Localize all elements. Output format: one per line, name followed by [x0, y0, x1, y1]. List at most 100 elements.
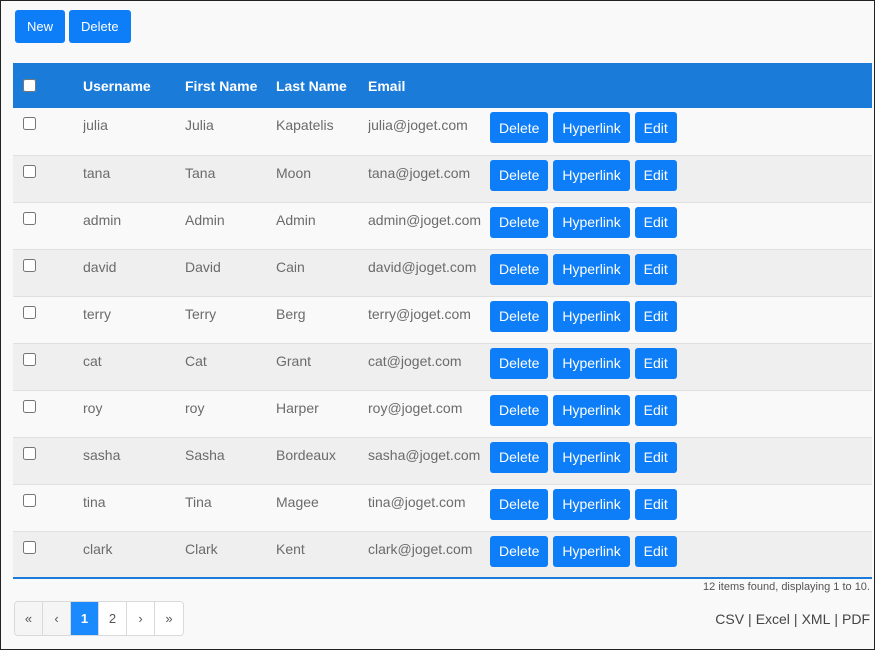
row-actions: Delete Hyperlink Edit [490, 296, 872, 343]
row-hyperlink-button[interactable]: Hyperlink [553, 535, 630, 567]
row-checkbox[interactable] [23, 399, 36, 413]
row-hyperlink-button[interactable]: Hyperlink [553, 159, 630, 191]
last-name-cell: Magee [276, 493, 319, 510]
page-2-button[interactable]: 2 [99, 602, 127, 635]
header-email[interactable]: Email [368, 63, 490, 108]
email-cell: sasha@joget.com [368, 446, 481, 463]
last-page-button[interactable]: » [155, 602, 183, 635]
row-select-cell [13, 484, 83, 531]
first-name-cell: Cat [185, 352, 207, 369]
first-name-cell: Tana [185, 164, 216, 181]
row-delete-button[interactable]: Delete [490, 488, 549, 520]
row-edit-button[interactable]: Edit [634, 535, 677, 567]
row-hyperlink-button[interactable]: Hyperlink [553, 441, 630, 473]
row-edit-button[interactable]: Edit [634, 488, 677, 520]
row-edit-button[interactable]: Edit [634, 159, 677, 191]
row-actions: Delete Hyperlink Edit [490, 343, 872, 390]
table-row: david David Cain david@joget.com Delete Hype… [13, 249, 872, 296]
row-delete-button[interactable]: Delete [490, 159, 549, 191]
row-hyperlink-button[interactable]: Hyperlink [553, 488, 630, 520]
row-edit-button[interactable]: Edit [634, 300, 677, 332]
prev-page-button[interactable]: ‹ [43, 602, 71, 635]
next-page-button[interactable]: › [127, 602, 155, 635]
row-checkbox[interactable] [23, 117, 36, 130]
row-edit-button[interactable]: Edit [634, 206, 677, 238]
select-all-checkbox[interactable] [23, 79, 36, 92]
last-name-cell: Harper [276, 399, 319, 416]
row-hyperlink-button[interactable]: Hyperlink [553, 394, 630, 426]
row-delete-button[interactable]: Delete [490, 206, 549, 238]
username-cell: sasha [83, 446, 121, 463]
table-row: sasha Sasha Bordeaux sasha@joget.com Delete … [13, 437, 872, 484]
export-separator: | [793, 611, 798, 627]
row-hyperlink-button[interactable]: Hyperlink [553, 347, 630, 379]
row-hyperlink-button[interactable]: Hyperlink [553, 300, 630, 332]
page-1-button[interactable]: 1 [71, 602, 99, 635]
row-checkbox[interactable] [23, 211, 36, 225]
row-checkbox[interactable] [23, 305, 36, 319]
header-last-name[interactable]: Last Name [276, 63, 368, 108]
row-select-cell [13, 531, 83, 578]
email-cell: clark@joget.com [368, 540, 473, 557]
table-row: tana Tana Moon tana@joget.com Delete Hyperli… [13, 155, 872, 202]
username-cell: tina [83, 493, 106, 510]
items-summary: 12 items found, displaying 1 to 10. [703, 581, 870, 593]
export-links: CSV | Excel | XML | PDF [715, 611, 870, 627]
username-cell: admin [83, 211, 122, 228]
first-name-cell: Julia [185, 117, 214, 133]
row-actions: Delete Hyperlink Edit [490, 202, 872, 249]
row-select-cell [13, 108, 83, 155]
row-actions: Delete Hyperlink Edit [490, 390, 872, 437]
export-excel-link[interactable]: Excel [756, 611, 790, 627]
username-cell: terry [83, 305, 111, 322]
header-username[interactable]: Username [83, 63, 185, 108]
username-cell: david [83, 258, 117, 275]
row-delete-button[interactable]: Delete [490, 394, 549, 426]
row-edit-button[interactable]: Edit [634, 112, 677, 143]
first-name-cell: Sasha [185, 446, 225, 463]
row-checkbox[interactable] [23, 164, 36, 178]
row-hyperlink-button[interactable]: Hyperlink [553, 253, 630, 285]
row-delete-button[interactable]: Delete [490, 347, 549, 379]
row-select-cell [13, 202, 83, 249]
last-name-cell: Kapatelis [276, 117, 334, 133]
row-checkbox[interactable] [23, 352, 36, 366]
row-delete-button[interactable]: Delete [490, 441, 549, 473]
new-button[interactable]: New [15, 10, 66, 43]
email-cell: david@joget.com [368, 258, 477, 275]
header-first-name[interactable]: First Name [185, 63, 276, 108]
export-csv-link[interactable]: CSV [715, 611, 744, 627]
first-name-cell: Admin [185, 211, 225, 228]
header-actions [490, 63, 872, 108]
table-row: terry Terry Berg terry@joget.com Delete Hype… [13, 296, 872, 343]
row-delete-button[interactable]: Delete [490, 112, 549, 143]
toolbar: New Delete [15, 10, 131, 43]
row-select-cell [13, 343, 83, 390]
username-cell: cat [83, 352, 102, 369]
delete-selected-button[interactable]: Delete [69, 10, 131, 43]
row-hyperlink-button[interactable]: Hyperlink [553, 206, 630, 238]
row-checkbox[interactable] [23, 493, 36, 507]
row-edit-button[interactable]: Edit [634, 394, 677, 426]
row-delete-button[interactable]: Delete [490, 300, 549, 332]
row-checkbox[interactable] [23, 446, 36, 460]
table-row: roy roy Harper roy@joget.com Delete Hyperlin… [13, 390, 872, 437]
row-delete-button[interactable]: Delete [490, 535, 549, 567]
row-edit-button[interactable]: Edit [634, 347, 677, 379]
last-name-cell: Moon [276, 164, 312, 181]
username-cell: julia [83, 117, 108, 133]
last-name-cell: Cain [276, 258, 305, 275]
row-edit-button[interactable]: Edit [634, 253, 677, 285]
table-row: julia Julia Kapatelis julia@joget.com Delete… [13, 108, 872, 155]
row-edit-button[interactable]: Edit [634, 441, 677, 473]
row-select-cell [13, 296, 83, 343]
row-delete-button[interactable]: Delete [490, 253, 549, 285]
export-pdf-link[interactable]: PDF [842, 611, 870, 627]
export-xml-link[interactable]: XML [802, 611, 831, 627]
row-checkbox[interactable] [23, 258, 36, 272]
row-checkbox[interactable] [23, 540, 36, 554]
first-page-button[interactable]: « [15, 602, 43, 635]
row-hyperlink-button[interactable]: Hyperlink [553, 112, 630, 143]
row-select-cell [13, 249, 83, 296]
table-header-row: Username First Name Last Name Email [13, 63, 872, 108]
